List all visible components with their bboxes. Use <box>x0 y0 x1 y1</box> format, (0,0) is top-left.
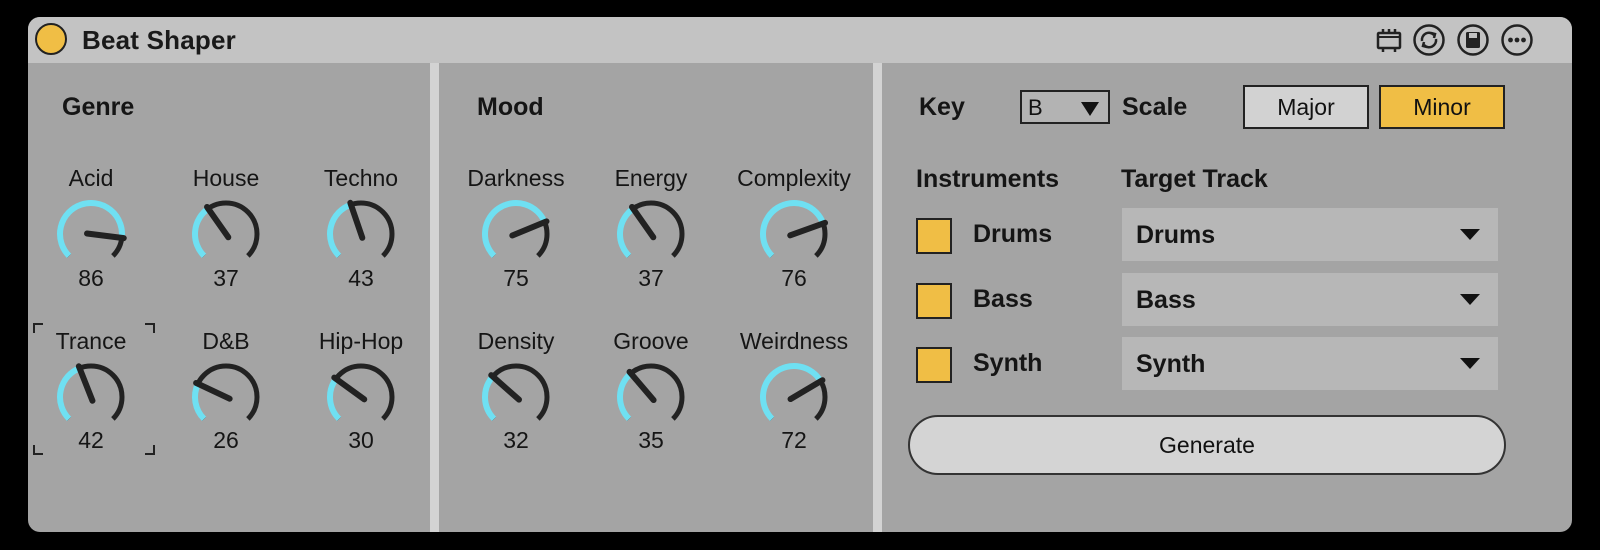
key-select[interactable]: B <box>1020 90 1110 124</box>
device-title: Beat Shaper <box>82 25 236 55</box>
target-track-title: Target Track <box>1121 165 1268 193</box>
scale-label: Scale <box>1122 93 1188 121</box>
knob-dnb[interactable] <box>186 357 266 437</box>
section-divider <box>873 63 882 532</box>
knob-weirdness[interactable] <box>754 357 834 437</box>
target-track-synth-value: Synth <box>1136 350 1206 378</box>
more-icon[interactable] <box>1500 23 1534 57</box>
generate-button[interactable]: Generate <box>908 415 1506 475</box>
knob-weirdness-value-arc <box>760 362 824 422</box>
knob-trance[interactable] <box>51 357 131 437</box>
chevron-down-icon <box>1460 229 1480 240</box>
target-track-bass-value: Bass <box>1136 286 1196 314</box>
knob-density[interactable] <box>476 357 556 437</box>
knob-value-weirdness: 72 <box>781 427 807 453</box>
knob-energy-pointer <box>629 204 657 241</box>
instruments-title: Instruments <box>916 165 1060 193</box>
knob-label-darkness: Darkness <box>467 165 565 191</box>
knob-value-complexity: 76 <box>781 265 807 291</box>
instrument-synth-label: Synth <box>973 349 1043 377</box>
knob-value-density: 32 <box>503 427 529 453</box>
knob-house-value-arc <box>192 206 211 259</box>
hot-swap-icon[interactable] <box>1412 23 1446 57</box>
instrument-synth-checkbox[interactable] <box>916 347 952 383</box>
key-select-value: B <box>1028 95 1043 120</box>
knob-label-acid: Acid <box>68 165 114 191</box>
knob-dnb-pointer <box>193 379 233 402</box>
knob-darkness-pointer <box>509 218 550 239</box>
knob-label-groove: Groove <box>613 328 689 354</box>
knob-darkness-value-arc <box>482 200 548 259</box>
knob-techno-value-arc <box>327 201 353 259</box>
chevron-down-icon <box>1081 102 1099 116</box>
knob-weirdness-pointer <box>787 377 826 403</box>
target-track-synth-dropdown[interactable]: Synth <box>1122 337 1498 390</box>
knob-label-house: House <box>192 165 260 191</box>
knob-darkness[interactable] <box>476 194 556 274</box>
knob-label-hip-hop: Hip-Hop <box>318 328 404 354</box>
knob-dnb-track <box>192 363 260 421</box>
save-icon[interactable] <box>1456 23 1490 57</box>
knob-techno[interactable] <box>321 194 401 274</box>
instrument-bass-checkbox[interactable] <box>916 283 952 319</box>
instrument-drums-checkbox[interactable] <box>916 218 952 254</box>
knob-acid[interactable] <box>51 194 131 274</box>
knob-value-hip-hop: 30 <box>348 427 374 453</box>
knob-hip-hop-value-arc <box>327 377 342 422</box>
target-track-drums-dropdown[interactable]: Drums <box>1122 208 1498 261</box>
knob-energy-value-arc <box>617 206 636 259</box>
knob-value-dnb: 26 <box>213 427 239 453</box>
knob-value-house: 37 <box>213 265 239 291</box>
knob-density-pointer <box>488 372 522 403</box>
title-bar: Beat Shaper <box>28 17 1572 63</box>
knob-value-trance: 42 <box>78 427 104 453</box>
chevron-down-icon <box>1460 358 1480 369</box>
knob-value-techno: 43 <box>348 265 374 291</box>
knob-label-density: Density <box>477 328 555 354</box>
knob-hip-hop-pointer <box>331 374 368 403</box>
scale-major-button[interactable]: Major <box>1243 85 1369 129</box>
knob-groove-pointer <box>626 368 657 404</box>
knob-groove[interactable] <box>611 357 691 437</box>
scale-minor-button[interactable]: Minor <box>1379 85 1505 129</box>
instrument-bass-label: Bass <box>973 285 1033 313</box>
knob-complexity[interactable] <box>754 194 834 274</box>
knob-value-groove: 35 <box>638 427 664 453</box>
knob-hip-hop[interactable] <box>321 357 401 437</box>
key-label: Key <box>919 93 965 121</box>
clip-icon[interactable] <box>1372 23 1406 57</box>
knob-complexity-pointer <box>787 219 829 239</box>
knob-value-energy: 37 <box>638 265 664 291</box>
device-power-button[interactable] <box>35 23 67 55</box>
knob-trance-value-arc <box>57 365 81 422</box>
knob-label-energy: Energy <box>614 165 688 191</box>
knob-acid-pointer <box>84 230 127 242</box>
beat-shaper-device: Beat Shaper Genre Acid 86 House 37 Techn… <box>28 17 1572 532</box>
knob-value-darkness: 75 <box>503 265 529 291</box>
instrument-drums-label: Drums <box>973 220 1053 248</box>
knob-techno-pointer <box>347 199 366 241</box>
knob-trance-pointer <box>75 363 96 404</box>
knob-house-pointer <box>204 204 232 241</box>
knob-label-dnb: D&B <box>202 328 250 354</box>
knob-label-complexity: Complexity <box>737 165 851 191</box>
section-divider <box>430 63 439 532</box>
knob-label-trance: Trance <box>55 328 127 354</box>
knob-label-weirdness: Weirdness <box>739 328 849 354</box>
focus-bracket <box>145 445 155 455</box>
knob-hip-hop-track <box>327 363 395 421</box>
knob-density-value-arc <box>482 374 497 422</box>
mood-title: Mood <box>477 93 544 121</box>
target-track-drums-value: Drums <box>1136 221 1216 249</box>
knob-acid-value-arc <box>57 200 125 259</box>
knob-groove-value-arc <box>617 371 633 422</box>
knob-label-techno: Techno <box>323 165 399 191</box>
chevron-down-icon <box>1460 294 1480 305</box>
knob-house[interactable] <box>186 194 266 274</box>
knob-energy[interactable] <box>611 194 691 274</box>
target-track-bass-dropdown[interactable]: Bass <box>1122 273 1498 326</box>
knob-value-acid: 86 <box>78 265 104 291</box>
genre-title: Genre <box>62 93 135 121</box>
